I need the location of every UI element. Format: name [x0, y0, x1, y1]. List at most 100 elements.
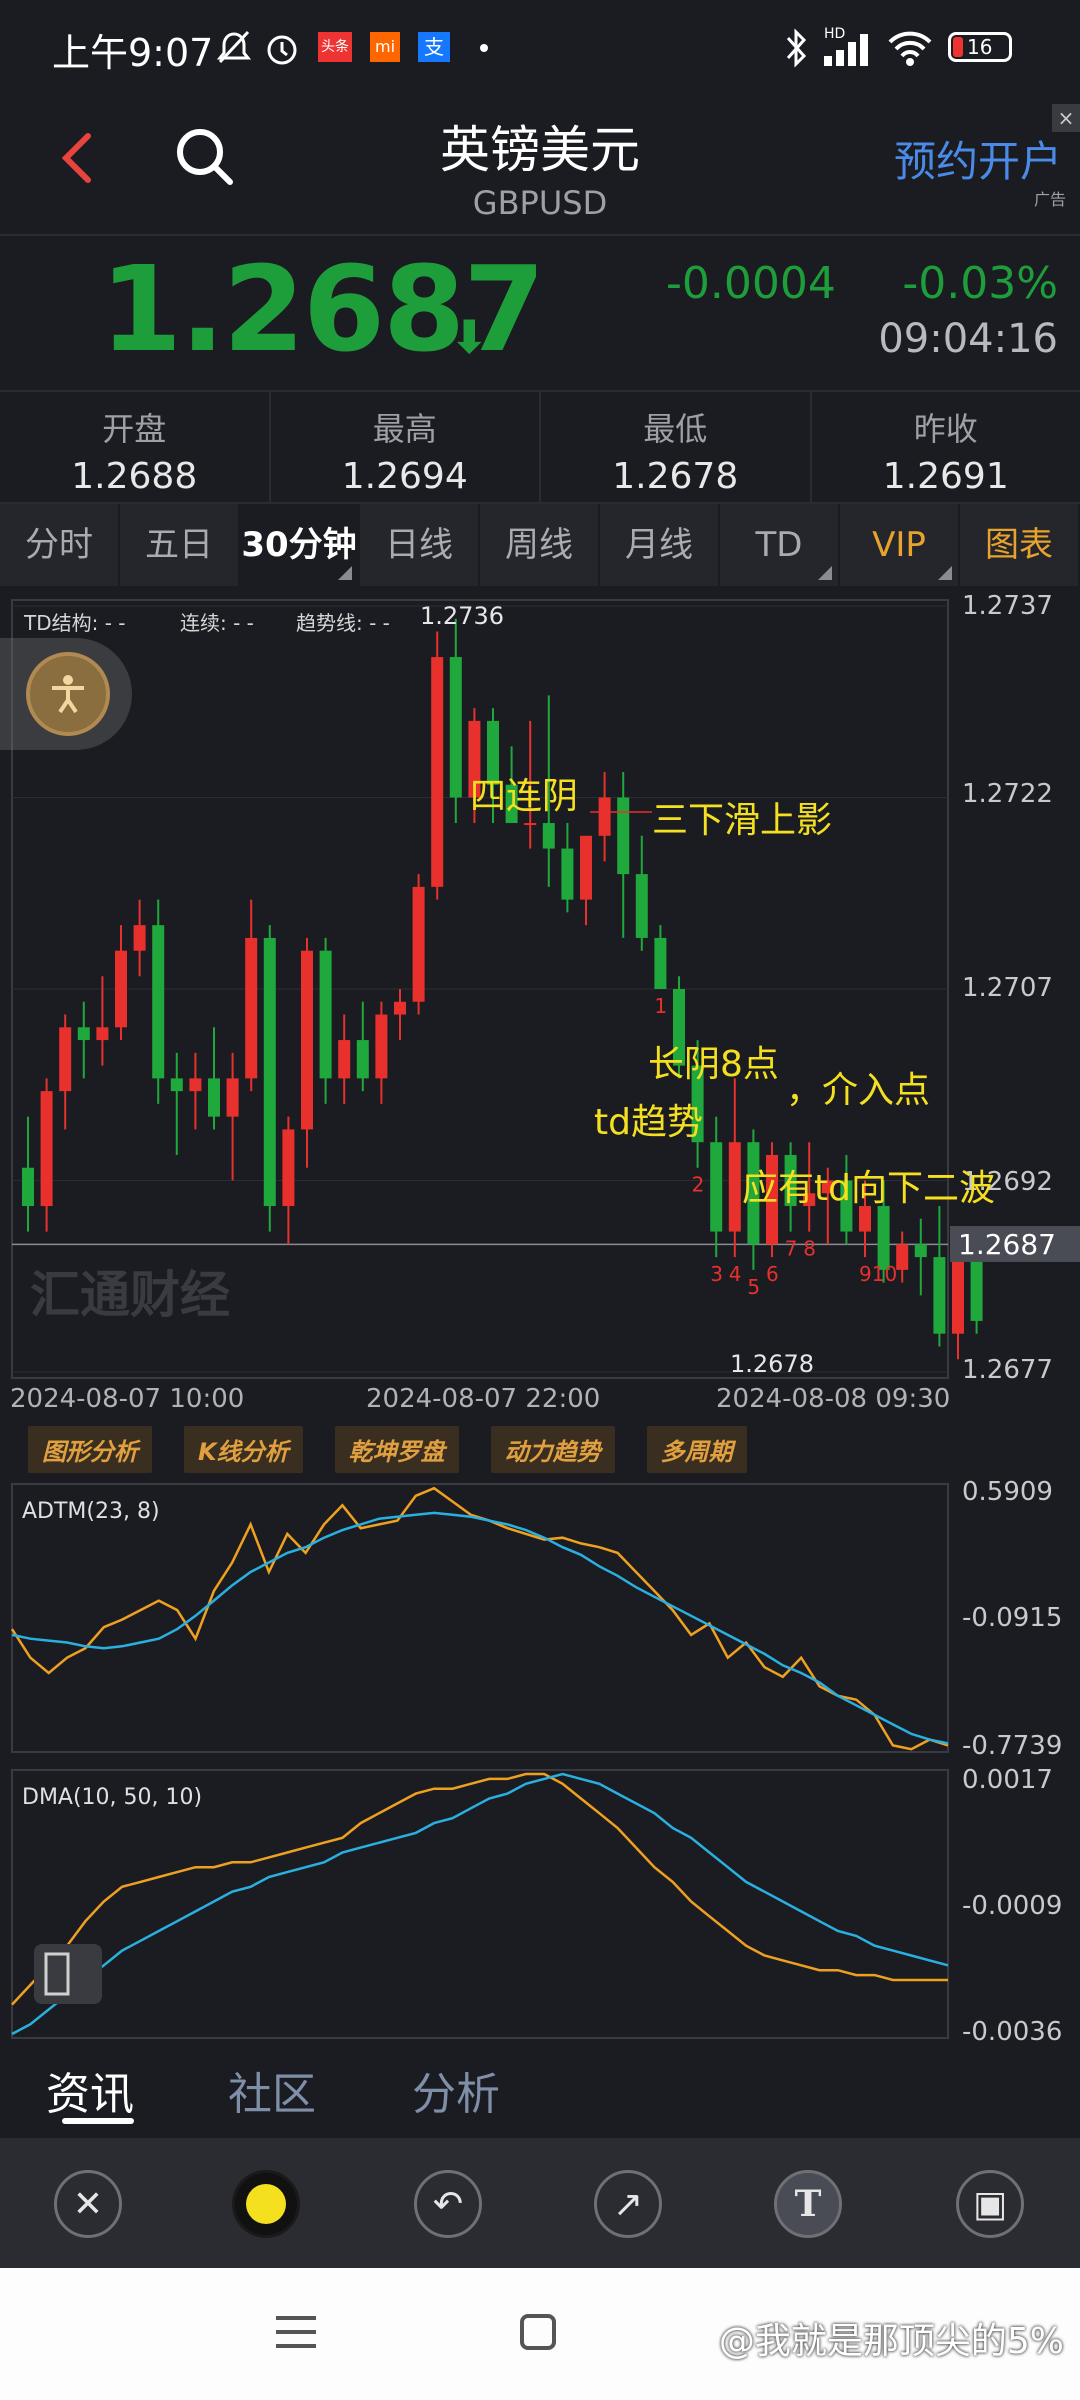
stat-prev-close: 昨收 1.2691	[812, 392, 1080, 502]
down-arrow-icon: ⬇	[450, 310, 489, 364]
kline-analysis-button[interactable]: K线分析	[184, 1426, 303, 1473]
candle-body	[580, 835, 592, 900]
candle-body	[59, 1027, 72, 1092]
multi-period-button[interactable]: 多周期	[646, 1426, 747, 1473]
text-tool-button[interactable]: T	[774, 2170, 842, 2238]
adtm-ma-line	[11, 1511, 949, 1745]
y-tick: 1.2737	[962, 591, 1053, 621]
tab-chart-settings[interactable]: 图表	[960, 504, 1080, 586]
alarm-icon	[267, 35, 297, 65]
mi-app-icon: mi	[370, 32, 400, 62]
candlestick-chart[interactable]: 1.2737 1.2722 1.2707 1.2692 1.2677 1.268…	[0, 590, 1080, 1380]
mute-bell-icon	[216, 30, 252, 64]
undo-button[interactable]: ↶	[414, 2170, 482, 2238]
adtm-indicator-chart[interactable]: ADTM(23, 8) 0.5909 -0.0915 -0.7739	[0, 1478, 1080, 1758]
menu-icon[interactable]	[274, 2312, 318, 2352]
candle-body	[170, 1078, 183, 1092]
td-count-label: 5	[747, 1275, 760, 1299]
author-watermark: @我就是那顶尖的5%	[718, 2321, 1064, 2362]
dma-indicator-chart[interactable]: DMA(10, 50, 10) 0.0017 -0.0009 -0.0036	[0, 1764, 1080, 2044]
td-trend-label: 趋势线: - -	[296, 611, 390, 635]
td-count-label: 3	[710, 1262, 723, 1286]
floating-accessibility-button[interactable]	[0, 638, 132, 750]
candle-body	[431, 657, 444, 887]
annotation-text: 应有td向下二波	[742, 1168, 995, 1209]
compass-button[interactable]: 乾坤罗盘	[334, 1426, 459, 1473]
tab-daily[interactable]: 日线	[360, 504, 480, 586]
candle-body	[524, 823, 537, 826]
momentum-button[interactable]: 动力趋势	[490, 1426, 615, 1473]
td-count-label: 6	[766, 1262, 779, 1286]
candle-body	[189, 1078, 202, 1092]
stats-row: 开盘 1.2688 最高 1.2694 最低 1.2678 昨收 1.2691	[0, 390, 1080, 504]
active-tab-underline	[62, 2118, 134, 2124]
book-account-button[interactable]: 预约开户	[894, 128, 1062, 189]
candle-body	[617, 797, 630, 875]
candle-body	[263, 937, 276, 1207]
current-price-value: 1.2687	[958, 1228, 1056, 1261]
stat-low: 最低 1.2678	[541, 392, 812, 502]
save-drawing-button[interactable]: ▣	[956, 2170, 1024, 2238]
drawing-toolbar	[0, 2138, 1080, 2268]
candle-body	[96, 1027, 109, 1041]
analysis-tools: 图形分析 K线分析 乾坤罗盘 动力趋势 多周期	[28, 1426, 747, 1473]
close-icon: ✕	[72, 2183, 104, 2225]
y-tick: -0.0009	[962, 1891, 1062, 1921]
more-dot-icon	[480, 44, 488, 52]
arrow-tool-button[interactable]: ↗	[594, 2170, 662, 2238]
candle-body	[449, 657, 462, 798]
tab-td[interactable]: TD	[720, 504, 840, 586]
y-tick: 1.2722	[962, 779, 1053, 809]
candle-body	[22, 1167, 34, 1207]
instrument-symbol: GBPUSD	[472, 184, 608, 222]
tab-monthly[interactable]: 月线	[600, 504, 720, 586]
price-change: -0.0004	[666, 258, 836, 309]
header-divider	[0, 234, 1080, 236]
y-tick: -0.0036	[962, 2017, 1062, 2044]
text-icon: T	[794, 2183, 822, 2225]
watermark-logo: 汇通财经	[30, 1266, 230, 1324]
tab-news[interactable]: 资讯	[46, 2058, 134, 2122]
td-count-label: 7	[785, 1237, 798, 1261]
stat-high: 最高 1.2694	[271, 392, 541, 502]
candle-body	[654, 937, 667, 989]
tab-30min[interactable]: 30分钟	[240, 504, 360, 586]
candle-body	[208, 1078, 220, 1117]
arrow-icon: ↗	[612, 2183, 644, 2225]
ad-close-icon[interactable]: ×	[1052, 104, 1080, 132]
td-count-label: 4	[729, 1262, 742, 1286]
tab-vip[interactable]: VIP	[840, 504, 960, 586]
toutiao-app-icon: 头条	[318, 32, 352, 62]
low-marker: 1.2678	[730, 1350, 814, 1378]
color-picker-button[interactable]	[232, 2170, 300, 2238]
alipay-app-icon: 支	[418, 32, 450, 62]
stat-open: 开盘 1.2688	[0, 392, 271, 502]
annotation-text: ，介入点	[786, 1070, 930, 1111]
high-marker: 1.2736	[420, 602, 504, 630]
pattern-analysis-button[interactable]: 图形分析	[28, 1426, 152, 1473]
ad-label: 广告	[1033, 190, 1066, 209]
home-icon[interactable]	[518, 2312, 558, 2352]
stat-label: 昨收	[913, 410, 978, 448]
tab-five-day[interactable]: 五日	[120, 504, 240, 586]
tab-community[interactable]: 社区	[228, 2058, 316, 2122]
wifi-icon	[888, 31, 932, 66]
stat-value: 1.2678	[612, 456, 739, 497]
candle-body	[635, 874, 648, 938]
adtm-title: ADTM(23, 8)	[22, 1499, 160, 1524]
stat-label: 最低	[643, 410, 708, 448]
candle-body	[561, 848, 574, 900]
tab-weekly[interactable]: 周线	[480, 504, 600, 586]
status-time: 上午9:07	[52, 31, 214, 75]
bluetooth-icon	[786, 28, 807, 68]
battery-level: 16	[967, 35, 993, 59]
tab-analysis[interactable]: 分析	[412, 2058, 500, 2122]
candle-body	[301, 950, 313, 1130]
candle-body	[40, 1091, 53, 1207]
tab-timeshare[interactable]: 分时	[0, 504, 120, 586]
y-tick: -0.7739	[962, 1731, 1062, 1758]
annotation-text: 三下滑上影	[652, 800, 832, 841]
close-drawing-button[interactable]: ✕	[54, 2170, 122, 2238]
td-count-label: 2	[692, 1173, 705, 1197]
candle-body	[375, 1014, 388, 1079]
